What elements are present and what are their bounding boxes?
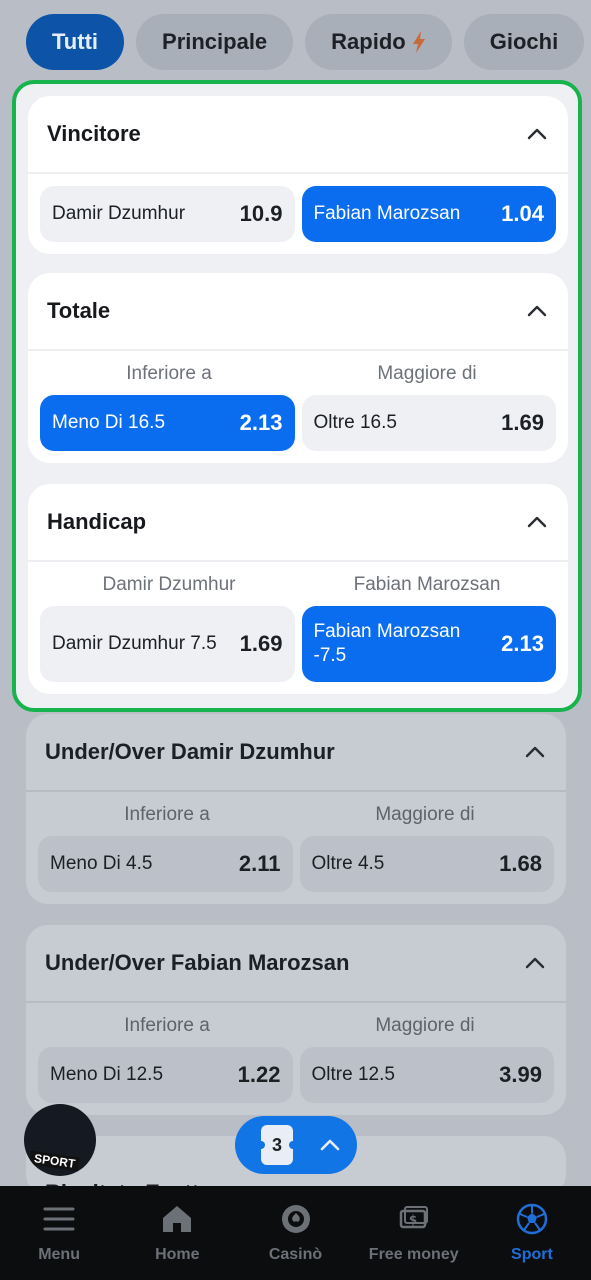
betslip-count: 3 — [271, 1134, 282, 1155]
column-header: Inferiore a — [124, 804, 210, 825]
market-handicap: Handicap Damir Dzumhur Fabian Marozsan D… — [28, 484, 568, 694]
highlighted-markets-group: Vincitore Damir Dzumhur 10.9 Fabian Maro… — [12, 80, 582, 712]
odd-label-line: Fabian Marozsan — [313, 621, 461, 642]
home-icon — [163, 1206, 192, 1232]
market-title: Totale — [47, 298, 111, 323]
odd-button-selected[interactable]: Fabian Marozsan 1.04 — [301, 186, 556, 242]
odd-button[interactable]: Oltre 16.5 1.69 — [301, 395, 556, 451]
filter-tabs: Tutti Principale Rapido Giochi — [26, 14, 591, 72]
sport-fab-button[interactable]: SPORT — [24, 1104, 96, 1176]
svg-text:$: $ — [409, 1213, 417, 1227]
lightning-icon — [412, 31, 425, 53]
nav-free-money[interactable]: $ Free money — [355, 1186, 473, 1280]
odd-button-selected[interactable]: Meno Di 16.5 2.13 — [40, 395, 295, 451]
market-header[interactable]: Under/Over Fabian Marozsan — [26, 925, 566, 1003]
column-header: Maggiore di — [375, 1015, 475, 1036]
column-header: Damir Dzumhur — [102, 574, 236, 595]
odd-label-line: -7.5 — [313, 645, 347, 666]
column-header: Inferiore a — [124, 1015, 210, 1036]
odd-button[interactable]: Meno Di 4.5 2.11 — [38, 836, 293, 892]
market-header[interactable]: Vincitore — [28, 96, 568, 174]
market-header[interactable]: Totale — [28, 273, 568, 351]
market-title: Vincitore — [47, 121, 141, 146]
tab-principale[interactable]: Principale — [136, 14, 294, 70]
tab-rapido[interactable]: Rapido — [305, 14, 452, 70]
casino-chip-icon — [281, 1205, 310, 1233]
odd-button[interactable]: Oltre 4.5 1.68 — [299, 836, 554, 892]
market-vincitore: Vincitore Damir Dzumhur 10.9 Fabian Maro… — [28, 96, 568, 254]
odd-button-selected[interactable]: Fabian Marozsan -7.5 2.13 — [301, 606, 556, 682]
ticket-icon: 3 — [257, 1125, 297, 1165]
nav-casino[interactable]: Casinò — [236, 1186, 354, 1280]
odd-button[interactable]: Damir Dzumhur 7.5 1.69 — [40, 606, 295, 682]
market-header[interactable]: Under/Over Damir Dzumhur — [26, 714, 566, 792]
market-title: Under/Over Damir Dzumhur — [45, 739, 335, 764]
market-under-over-dzumhur: Under/Over Damir Dzumhur Inferiore a Mag… — [26, 714, 566, 904]
odd-button[interactable]: Meno Di 12.5 1.22 — [38, 1047, 293, 1103]
chevron-up-icon — [320, 1139, 340, 1151]
odd-button[interactable]: Oltre 12.5 3.99 — [299, 1047, 554, 1103]
chevron-up-icon[interactable] — [524, 952, 546, 974]
money-icon: $ — [399, 1206, 428, 1229]
odd-button[interactable]: Damir Dzumhur 10.9 — [40, 186, 295, 242]
menu-icon — [43, 1207, 75, 1231]
market-under-over-marozsan: Under/Over Fabian Marozsan Inferiore a M… — [26, 925, 566, 1115]
nav-sport[interactable]: Sport — [473, 1186, 591, 1280]
column-header: Fabian Marozsan — [353, 574, 501, 595]
column-header: Maggiore di — [377, 363, 477, 384]
column-header: Maggiore di — [375, 804, 475, 825]
market-totale: Totale Inferiore a Maggiore di Meno Di 1… — [28, 273, 568, 463]
bottom-nav: Menu Home Casinò $ Free money Sport — [0, 1186, 591, 1280]
column-header: Inferiore a — [126, 363, 212, 384]
tab-tutti[interactable]: Tutti — [26, 14, 125, 70]
chevron-up-icon[interactable] — [526, 300, 548, 322]
betslip-button[interactable]: 3 — [235, 1116, 357, 1174]
chevron-up-icon[interactable] — [526, 123, 548, 145]
market-title: Handicap — [47, 509, 147, 534]
tab-giochi[interactable]: Giochi — [463, 14, 585, 70]
soccer-ball-icon — [516, 1203, 548, 1235]
market-title: Under/Over Fabian Marozsan — [45, 950, 350, 975]
nav-home[interactable]: Home — [118, 1186, 236, 1280]
market-header[interactable]: Handicap — [28, 484, 568, 562]
nav-menu[interactable]: Menu — [0, 1186, 118, 1280]
chevron-up-icon[interactable] — [524, 741, 546, 763]
chevron-up-icon[interactable] — [526, 511, 548, 533]
